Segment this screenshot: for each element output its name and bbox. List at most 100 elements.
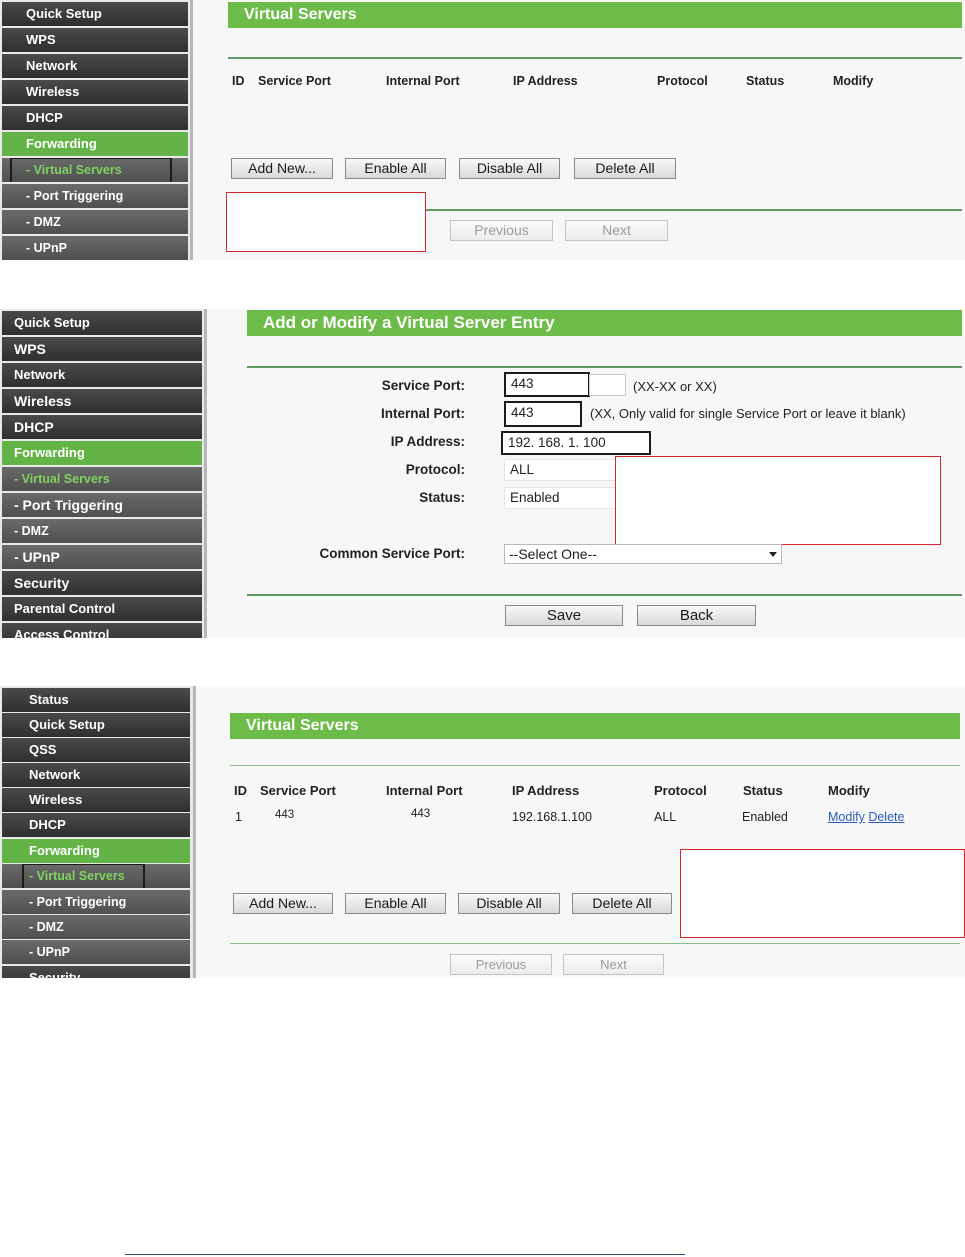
menu-port-triggering[interactable]: - Port Triggering	[2, 493, 202, 517]
menu-wireless[interactable]: Wireless	[2, 788, 190, 812]
menu-dmz[interactable]: - DMZ	[2, 210, 188, 234]
menu-parental-control[interactable]: Parental Control	[2, 597, 202, 621]
menu-quick-setup[interactable]: Quick Setup	[2, 2, 188, 26]
status-select[interactable]: Enabled	[504, 487, 624, 509]
menu-dhcp[interactable]: DHCP	[2, 106, 188, 130]
ip-address-label: IP Address:	[390, 434, 465, 449]
page-title: Virtual Servers	[230, 713, 960, 739]
disable-all-button[interactable]: Disable All	[459, 158, 560, 179]
sidebar-menu: Quick Setup WPS Network Wireless DHCP Fo…	[0, 0, 192, 260]
menu-virtual-servers[interactable]: - Virtual Servers	[2, 467, 202, 491]
service-port-hint: (XX-XX or XX)	[633, 379, 717, 394]
common-service-port-label: Common Service Port:	[319, 546, 465, 561]
menu-wireless[interactable]: Wireless	[2, 389, 202, 413]
next-button[interactable]: Next	[563, 954, 664, 975]
save-button[interactable]: Save	[505, 605, 623, 626]
menu-qss[interactable]: QSS	[2, 738, 190, 762]
col-modify: Modify	[828, 783, 870, 798]
row-internal-port: 443	[411, 808, 431, 820]
menu-security[interactable]: Security	[2, 966, 190, 978]
next-button[interactable]: Next	[565, 220, 668, 241]
internal-port-input[interactable]: 443	[504, 401, 582, 427]
menu-port-triggering[interactable]: - Port Triggering	[2, 184, 188, 208]
form-bottom-rule	[247, 594, 962, 596]
menu-forwarding[interactable]: Forwarding	[2, 441, 202, 465]
menu-virtual-servers[interactable]: - Virtual Servers	[2, 864, 190, 888]
menu-upnp[interactable]: - UPnP	[2, 236, 188, 260]
col-id: ID	[232, 74, 245, 88]
highlight-box	[680, 849, 965, 938]
page-title: Add or Modify a Virtual Server Entry	[247, 310, 962, 336]
list-bottom-rule	[424, 209, 962, 211]
common-service-port-select[interactable]: --Select One--	[504, 544, 782, 564]
screenshot-virtual-servers-list: Status Quick Setup QSS Network Wireless …	[0, 686, 965, 978]
delete-link[interactable]: Delete	[868, 810, 904, 824]
sidebar-menu: Quick Setup WPS Network Wireless DHCP Fo…	[0, 309, 206, 638]
previous-button[interactable]: Previous	[450, 954, 552, 975]
ip-address-input[interactable]: 192. 168. 1. 100	[501, 431, 651, 455]
menu-forwarding[interactable]: Forwarding	[2, 132, 188, 156]
menu-dhcp[interactable]: DHCP	[2, 813, 190, 837]
internal-port-label: Internal Port:	[380, 406, 465, 421]
menu-network[interactable]: Network	[2, 363, 202, 387]
status-label: Status:	[419, 490, 465, 505]
menu-network[interactable]: Network	[2, 54, 188, 78]
menu-upnp[interactable]: - UPnP	[2, 545, 202, 569]
internal-port-hint: (XX, Only valid for single Service Port …	[590, 406, 906, 421]
menu-wps[interactable]: WPS	[2, 28, 188, 52]
sidebar-menu: Status Quick Setup QSS Network Wireless …	[0, 686, 196, 978]
col-status: Status	[746, 74, 785, 88]
highlight-box	[615, 456, 941, 545]
enable-all-button[interactable]: Enable All	[345, 158, 446, 179]
modify-link[interactable]: Modify	[828, 810, 865, 824]
menu-forwarding[interactable]: Forwarding	[2, 839, 190, 863]
row-actions: Modify Delete	[828, 810, 904, 824]
menu-quick-setup[interactable]: Quick Setup	[2, 713, 190, 737]
selection-outline	[22, 864, 145, 888]
row-protocol: ALL	[654, 810, 677, 824]
sidebar-divider	[193, 686, 196, 978]
menu-upnp[interactable]: - UPnP	[2, 940, 190, 964]
col-ip-address: IP Address	[513, 74, 578, 88]
col-id: ID	[234, 783, 247, 798]
col-ip-address: IP Address	[512, 783, 580, 798]
chevron-down-icon	[769, 552, 777, 557]
menu-network[interactable]: Network	[2, 763, 190, 787]
col-internal-port: Internal Port	[386, 74, 460, 88]
enable-all-button[interactable]: Enable All	[345, 893, 446, 914]
add-new-button[interactable]: Add New...	[233, 893, 333, 914]
menu-wps[interactable]: WPS	[2, 337, 202, 361]
previous-button[interactable]: Previous	[450, 220, 553, 241]
protocol-select[interactable]: ALL	[504, 459, 624, 481]
service-port-input-ext[interactable]	[589, 374, 626, 396]
highlight-box	[226, 192, 426, 252]
row-id: 1	[235, 810, 242, 824]
menu-dhcp[interactable]: DHCP	[2, 415, 202, 439]
service-port-input[interactable]: 443	[504, 372, 590, 397]
menu-status[interactable]: Status	[2, 688, 190, 712]
disable-all-button[interactable]: Disable All	[458, 893, 560, 914]
add-new-button[interactable]: Add New...	[231, 158, 333, 179]
common-service-port-value: --Select One--	[509, 546, 597, 562]
selection-outline	[10, 158, 172, 182]
menu-quick-setup[interactable]: Quick Setup	[2, 311, 202, 335]
menu-virtual-servers[interactable]: - Virtual Servers	[2, 158, 188, 182]
menu-dmz[interactable]: - DMZ	[2, 915, 190, 939]
col-service-port: Service Port	[260, 783, 336, 798]
back-button[interactable]: Back	[637, 605, 756, 626]
menu-security[interactable]: Security	[2, 571, 202, 595]
screenshot-add-modify-entry: Quick Setup WPS Network Wireless DHCP Fo…	[0, 309, 965, 638]
delete-all-button[interactable]: Delete All	[574, 158, 676, 179]
delete-all-button[interactable]: Delete All	[572, 893, 672, 914]
col-protocol: Protocol	[657, 74, 708, 88]
row-status: Enabled	[742, 810, 788, 824]
menu-dmz[interactable]: - DMZ	[2, 519, 202, 543]
menu-access-control[interactable]: Access Control	[2, 623, 202, 638]
menu-port-triggering[interactable]: - Port Triggering	[2, 890, 190, 914]
protocol-label: Protocol:	[405, 462, 465, 477]
row-ip-address: 192.168.1.100	[512, 810, 592, 824]
menu-wireless[interactable]: Wireless	[2, 80, 188, 104]
title-rule	[230, 765, 960, 766]
page-title: Virtual Servers	[228, 2, 962, 28]
col-protocol: Protocol	[654, 783, 707, 798]
